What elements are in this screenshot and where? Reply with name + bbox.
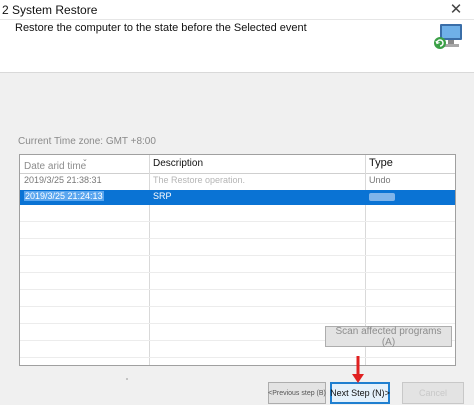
row-date-text: 2019/3/25 21:24:13 <box>24 191 104 201</box>
title-bar[interactable]: 2 System Restore ✕ <box>0 0 474 20</box>
row-divider <box>20 221 455 222</box>
row-date: 2019/3/25 21:38:31 <box>24 175 102 185</box>
row-divider <box>20 357 455 358</box>
row-divider <box>20 272 455 273</box>
content-area: Current Time zone: GMT +8:00 Date arid t… <box>0 73 474 405</box>
annotation-arrow-icon <box>352 356 364 383</box>
column-header-description[interactable]: Description <box>153 158 203 169</box>
column-header-date[interactable]: Date arid time <box>24 161 86 172</box>
separator-dot <box>126 378 128 380</box>
list-item[interactable]: 2019/3/25 21:38:31 The Restore operation… <box>20 174 455 189</box>
row-divider <box>20 306 455 307</box>
window-title: 2 System Restore <box>2 3 98 17</box>
row-divider <box>20 323 455 324</box>
row-description: The Restore operation. <box>153 175 246 185</box>
computer-restore-icon <box>434 24 462 49</box>
instruction-text: Restore the computer to the state before… <box>15 22 307 34</box>
system-restore-window: 2 System Restore ✕ Restore the computer … <box>0 0 474 405</box>
close-icon[interactable]: ✕ <box>438 0 474 18</box>
list-header: Date arid time ⌄ Description Type <box>20 155 455 174</box>
blurred-type-value <box>369 193 395 201</box>
row-type: Undo <box>369 175 391 185</box>
previous-step-button[interactable]: <Previous step (B) <box>268 382 326 404</box>
row-divider <box>20 238 455 239</box>
row-type <box>369 191 395 203</box>
cancel-button[interactable]: Cancel <box>402 382 464 404</box>
row-date: 2019/3/25 21:24:13 <box>24 191 104 201</box>
scan-affected-programs-button[interactable]: Scan affected programs (A) <box>325 326 452 348</box>
row-description: SRP <box>153 191 172 201</box>
list-item-selected[interactable]: 2019/3/25 21:24:13 SRP <box>20 190 455 205</box>
row-divider <box>20 255 455 256</box>
next-step-button[interactable]: Next Step (N)> <box>330 382 390 404</box>
timezone-label: Current Time zone: GMT +8:00 <box>18 136 156 147</box>
row-divider <box>20 289 455 290</box>
column-header-type[interactable]: Type <box>369 157 393 169</box>
sort-chevron-icon: ⌄ <box>82 156 88 163</box>
header-panel: Restore the computer to the state before… <box>0 20 474 73</box>
